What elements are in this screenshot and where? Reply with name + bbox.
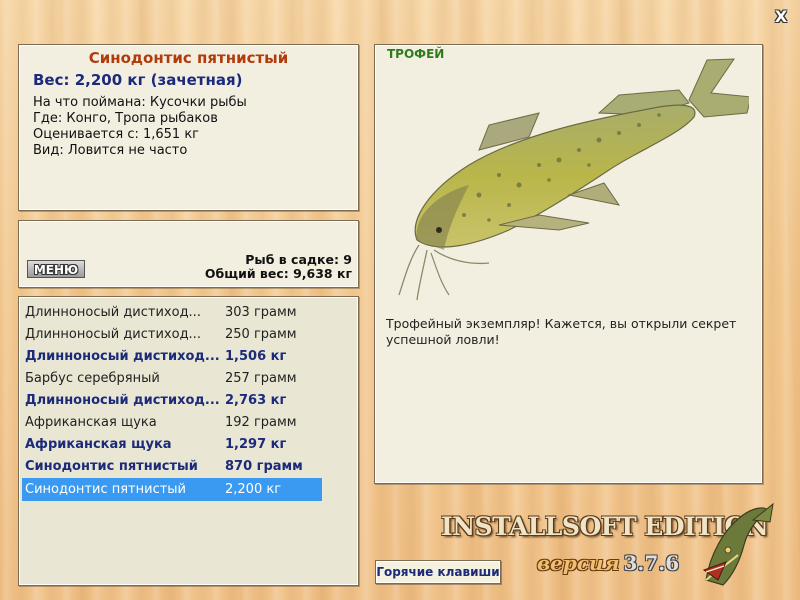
keepnet-status-panel: МЕНЮ Рыб в садке: 9 Общий вес: 9,638 кг (18, 220, 359, 288)
fish-weight: 250 грамм (225, 327, 297, 342)
fish-list-row[interactable]: Длинноносый дистиход... 250 грамм (22, 324, 322, 345)
fish-weight: 257 грамм (225, 371, 297, 386)
fish-name: Африканская щука (25, 415, 157, 430)
trophy-panel: ТРОФЕЙ Трофейный экземпляр! Кажется, вы … (374, 44, 763, 484)
fish-list-row[interactable]: Синодонтис пятнистый 870 грамм (22, 456, 322, 477)
version-number: 3.7.6 (623, 551, 680, 575)
catch-rarity: Вид: Ловится не часто (33, 143, 188, 158)
fish-name: Африканская щука (25, 437, 172, 452)
catfish-image (398, 58, 749, 301)
fish-weight: 2,763 кг (225, 393, 287, 408)
fish-list-row[interactable]: Длинноносый дистиход... 1,506 кг (22, 346, 322, 367)
fish-weight: 1,506 кг (225, 349, 287, 364)
hotkeys-button[interactable]: Горячие клавиши (375, 560, 501, 584)
fish-list-panel: Длинноносый дистиход... 303 грамм Длинно… (18, 296, 359, 586)
version-label: версия 3.7.6 (537, 551, 679, 575)
catch-info-panel: Синодонтис пятнистый Вес: 2,200 кг (заче… (18, 44, 359, 211)
fish-weight: 870 грамм (225, 459, 303, 474)
fish-name: Синодонтис пятнистый (25, 459, 198, 474)
fish-name: Синодонтис пятнистый (25, 482, 186, 497)
fish-list-row[interactable]: Длинноносый дистиход... 303 грамм (22, 302, 322, 323)
catch-bait: На что поймана: Кусочки рыбы (33, 95, 247, 110)
fish-weight: 303 грамм (225, 305, 297, 320)
fish-list-row[interactable]: Африканская щука 1,297 кг (22, 434, 322, 455)
version-word: версия (537, 551, 620, 575)
catch-value: Оценивается с: 1,651 кг (33, 127, 200, 142)
fish-name: Барбус серебряный (25, 371, 160, 386)
close-button[interactable]: X (772, 8, 790, 26)
catch-place: Где: Конго, Тропа рыбаков (33, 111, 218, 126)
fish-name: Длинноносый дистиход... (25, 349, 220, 364)
fish-list-row[interactable]: Длинноносый дистиход... 2,763 кг (22, 390, 322, 411)
fish-name: Длинноносый дистиход... (25, 393, 220, 408)
trophy-description: Трофейный экземпляр! Кажется, вы открыли… (386, 316, 737, 347)
catch-title: Синодонтис пятнистый (88, 49, 289, 67)
menu-button[interactable]: МЕНЮ (27, 260, 85, 278)
pike-logo-icon (702, 502, 774, 586)
total-weight: Общий вес: 9,638 кг (204, 266, 352, 281)
fish-name: Длинноносый дистиход... (25, 305, 201, 320)
fish-name: Длинноносый дистиход... (25, 327, 201, 342)
fish-weight: 1,297 кг (225, 437, 287, 452)
fish-count: Рыб в садке: 9 (245, 252, 352, 267)
catch-weight: Вес: 2,200 кг (зачетная) (33, 71, 243, 89)
fish-weight: 192 грамм (225, 415, 297, 430)
fish-list-row-selected[interactable]: Синодонтис пятнистый 2,200 кг (22, 478, 322, 501)
fish-list-row[interactable]: Африканская щука 192 грамм (22, 412, 322, 433)
fish-list-row[interactable]: Барбус серебряный 257 грамм (22, 368, 322, 389)
fish-weight: 2,200 кг (225, 482, 282, 497)
